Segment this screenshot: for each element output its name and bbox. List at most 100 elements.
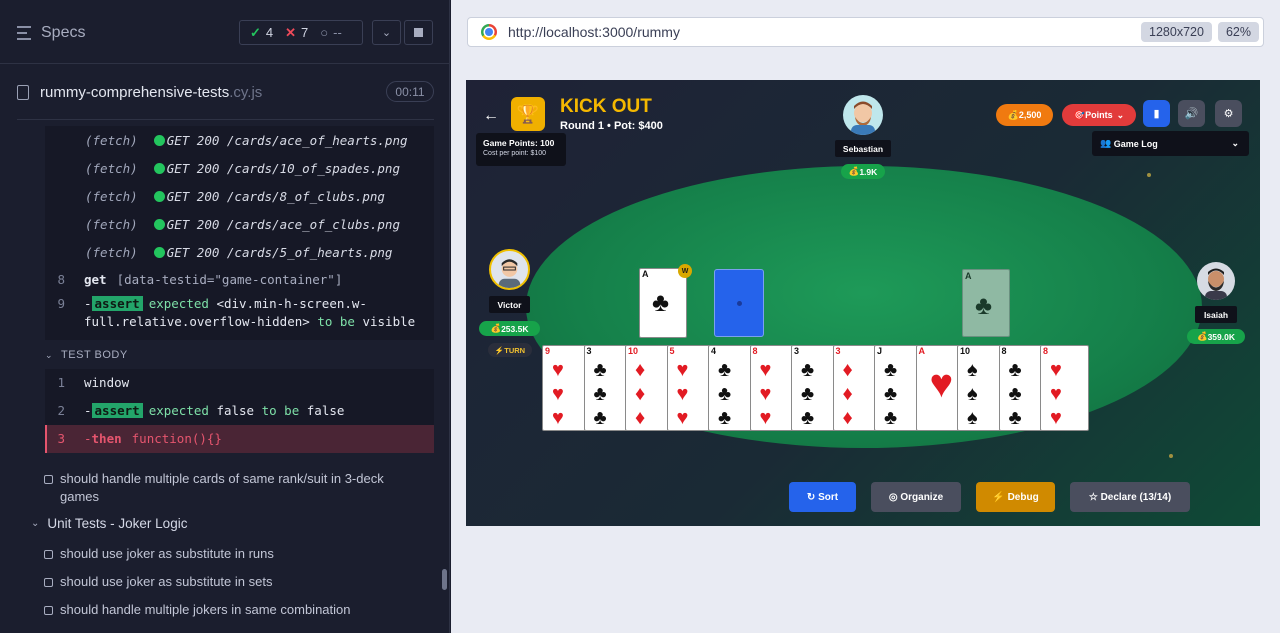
hand-card[interactable]: J ♣ ♣ ♣ <box>874 345 922 431</box>
test-item[interactable]: should use joker as substitute in sets <box>44 573 272 591</box>
coin-icon: 💰 <box>490 323 502 333</box>
assert-subject: full.relative.overflow-hidden> <box>84 313 310 329</box>
player-chips: 💰 359.0K <box>1187 329 1245 344</box>
hand-card[interactable]: 9 ♥ ♥ ♥ <box>542 345 590 431</box>
club-icon: ♣ <box>975 290 993 320</box>
debug-button[interactable]: ⚡ Debug <box>976 482 1055 512</box>
log-prefix: - <box>84 430 92 446</box>
wild-badge: W <box>678 264 692 278</box>
scrollbar-thumb[interactable] <box>442 569 447 590</box>
command-name: window <box>84 374 130 390</box>
log-row[interactable]: 9 - assert expected <div.min-h-screen.w- <box>45 294 434 312</box>
failed-count: 7 <box>301 25 309 40</box>
log-text: GET 200 /cards/ace_of_hearts.png <box>166 132 408 148</box>
assert-text: to be <box>261 402 300 418</box>
assert-subject: false <box>216 402 255 418</box>
specs-toggle[interactable]: Specs <box>17 24 85 42</box>
menu-icon <box>17 26 33 40</box>
declare-button[interactable]: ☆ Declare (13/14) <box>1070 482 1190 512</box>
status-dot-icon <box>153 246 165 258</box>
book-button[interactable]: ▮ <box>1143 100 1170 127</box>
log-text: GET 200 /cards/8_of_clubs.png <box>166 188 385 204</box>
command-name: get <box>84 271 107 287</box>
assert-badge: assert <box>91 402 143 418</box>
coin-balance: 2,500 <box>1018 110 1042 120</box>
log-row-failed[interactable]: 3 - then function(){} <box>45 425 434 451</box>
pending-count: -- <box>333 25 342 40</box>
suit-icon: ♣ <box>884 359 898 381</box>
log-row[interactable]: (fetch) GET 200 /cards/ace_of_hearts.png <box>45 127 434 153</box>
points-subtitle: Cost per point: $100 <box>483 150 547 157</box>
draw-deck[interactable] <box>714 269 764 337</box>
hand-card[interactable]: 4 ♣ ♣ ♣ <box>708 345 756 431</box>
test-title: should handle multiple cards of same ran… <box>60 471 384 504</box>
stop-button[interactable] <box>404 20 433 45</box>
suit-icon: ♥ <box>676 383 689 405</box>
game-log-dropdown[interactable]: 👥 Game Log ⌄ <box>1092 131 1249 156</box>
chevron-down-icon: ⌄ <box>1231 138 1239 148</box>
file-icon <box>17 84 29 100</box>
suit-icon: ♣ <box>593 383 607 405</box>
suite-header[interactable]: ⌄ Unit Tests - Joker Logic <box>31 516 187 531</box>
coin-icon: 💰 <box>1196 331 1208 341</box>
suit-icon: ♣ <box>593 359 607 381</box>
suit-icon: ♥ <box>552 359 564 381</box>
target-icon: ◎ <box>888 491 898 503</box>
log-prefix: - <box>84 295 92 311</box>
points-dropdown[interactable]: 🎯 Points ⌄ <box>1062 104 1136 126</box>
organize-label: Organize <box>900 491 944 503</box>
test-body-header[interactable]: ⌄ TEST BODY <box>45 349 128 361</box>
log-row[interactable]: 8 get [data-testid="game-container"] <box>45 266 434 292</box>
log-type: (fetch) <box>85 244 138 260</box>
log-row[interactable]: (fetch) GET 200 /cards/10_of_spades.png <box>45 155 434 181</box>
card-rank: J <box>877 346 883 356</box>
status-dot-icon <box>153 134 165 146</box>
suit-icon: ♥ <box>1050 359 1062 381</box>
hand-card[interactable]: 10 ♦ ♦ ♦ <box>625 345 673 431</box>
organize-button[interactable]: ◎ Organize <box>871 482 961 512</box>
check-icon: ✓ <box>250 24 261 40</box>
debug-label: Debug <box>1007 491 1039 503</box>
chips-value: 359.0K <box>1207 331 1235 342</box>
sort-label: Sort <box>818 491 839 503</box>
log-row[interactable]: (fetch) GET 200 /cards/ace_of_clubs.png <box>45 211 434 237</box>
status-dot-icon <box>153 162 165 174</box>
coin-balance-button[interactable]: 💰 2,500 <box>996 104 1053 126</box>
suit-icon: ♥ <box>759 407 772 429</box>
test-status-icon <box>44 606 53 615</box>
hand-card[interactable]: 8 ♥ ♥ ♥ <box>1040 345 1089 431</box>
hand-card[interactable]: 3 ♣ ♣ ♣ <box>791 345 839 431</box>
test-status-icon <box>44 550 53 559</box>
card-rank: 8 <box>1043 346 1049 356</box>
log-row[interactable]: 1 window <box>45 369 434 395</box>
test-item[interactable]: should use joker as substitute in runs <box>44 545 274 563</box>
club-icon: ♣ <box>652 287 670 317</box>
spinner-icon: ○ <box>320 25 329 40</box>
hand-card[interactable]: 10 ♠ ♠ ♠ <box>957 345 1005 431</box>
discard-pile-card[interactable]: A ♣ <box>962 269 1010 337</box>
log-row[interactable]: (fetch) GET 200 /cards/5_of_hearts.png <box>45 239 434 265</box>
assert-badge: assert <box>91 295 143 311</box>
sound-button[interactable]: 🔊 <box>1178 100 1205 127</box>
url-bar[interactable]: http://localhost:3000/rummy 1280x720 62% <box>467 17 1264 47</box>
chevron-down-button[interactable]: ⌄ <box>372 20 401 45</box>
suit-icon: ♣ <box>884 407 898 429</box>
wild-card: A ♣ <box>639 268 687 338</box>
card-rank: 3 <box>586 346 592 356</box>
command-arg: function(){} <box>131 430 222 446</box>
log-row[interactable]: (fetch) GET 200 /cards/8_of_clubs.png <box>45 183 434 209</box>
test-item[interactable]: should handle multiple cards of same ran… <box>44 470 404 506</box>
card-rank: 4 <box>711 346 717 356</box>
spec-file-name: rummy-comprehensive-tests <box>40 83 230 101</box>
card-rank: 9 <box>545 346 551 356</box>
settings-button[interactable]: ⚙ <box>1215 100 1242 127</box>
suit-icon: ♥ <box>1050 383 1062 405</box>
suit-icon: ♥ <box>552 407 564 429</box>
back-arrow-icon[interactable]: ← <box>483 107 499 125</box>
sort-button[interactable]: ↻ Sort <box>789 482 856 512</box>
card-rank: 8 <box>1001 346 1007 356</box>
player-name: Victor <box>489 296 530 313</box>
url-text: http://localhost:3000/rummy <box>508 24 680 40</box>
log-row[interactable]: 2 - assert expected false to be false <box>45 397 434 423</box>
test-item[interactable]: should handle multiple jokers in same co… <box>44 601 351 619</box>
